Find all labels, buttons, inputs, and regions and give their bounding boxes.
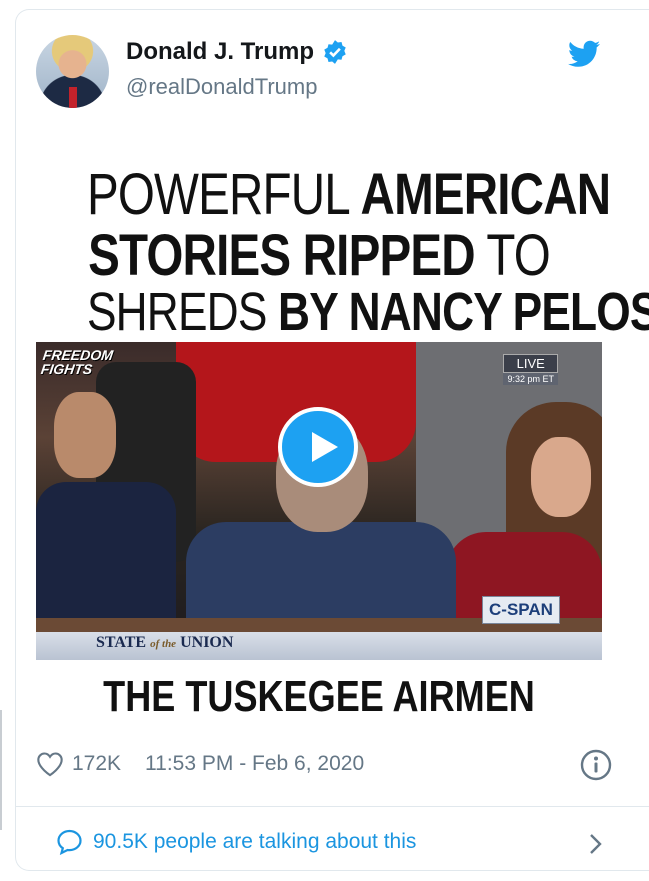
headline-text: SHREDS [86,282,279,342]
headline-text: AMERICAN [360,162,612,227]
headline-text: STORIES RIPPED [88,223,476,288]
logo-text: FREEDOM [41,347,115,363]
headline-text: TO [474,223,550,288]
video-frame[interactable]: STATE of the UNION FREEDOM FIGHTS LIVE 9:… [36,342,602,660]
banner-text: of the [150,638,177,650]
state-of-union-text: STATE of the UNION [96,634,233,652]
banner-text: UNION [176,634,234,651]
headline-line-2: STORIES RIPPED TO [87,225,551,287]
headline-line-3: SHREDS BY NANCY PELOSI [86,282,649,342]
freedom-fights-logo: FREEDOM FIGHTS [39,347,115,377]
speech-bubble-icon [57,829,82,855]
tweet-media[interactable]: POWERFUL AMERICAN STORIES RIPPED TO SHRE… [36,150,649,724]
chevron-right-icon[interactable] [588,832,604,856]
info-icon[interactable] [580,749,612,781]
live-time: 9:32 pm ET [503,373,558,385]
headline-text: BY NANCY PELOSI [278,282,649,342]
divider [16,806,649,807]
video-figure [54,392,116,478]
talking-about-text: 90.5K people are talking about this [93,830,417,853]
avatar-tie [69,87,77,108]
live-label: LIVE [503,354,558,373]
headline-text: POWERFUL [86,162,361,227]
left-edge-divider [0,710,2,830]
video-figure [531,437,591,517]
play-icon[interactable] [278,407,358,487]
author-name[interactable]: Donald J. Trump [126,38,314,66]
banner-text: STATE [96,634,151,651]
talking-about-link[interactable]: 90.5K people are talking about this [56,829,416,855]
verified-icon [324,40,346,64]
headline-line-1: POWERFUL AMERICAN [86,162,611,227]
like-count[interactable]: 172K [72,752,121,776]
tweet-meta: 172K 11:53 PM - Feb 6, 2020 [36,751,364,777]
twitter-bird-icon[interactable] [568,40,600,68]
cspan-badge: C-SPAN [482,596,560,624]
logo-text: FIGHTS [39,361,94,377]
video-figure [36,482,176,622]
heart-icon[interactable] [36,751,64,777]
video-caption: THE TUSKEGEE AIRMEN [103,672,535,721]
live-badge: LIVE 9:32 pm ET [503,354,558,385]
author-handle[interactable]: @realDonaldTrump [126,74,317,100]
avatar[interactable] [36,35,109,108]
timestamp[interactable]: 11:53 PM - Feb 6, 2020 [145,752,364,776]
author-row: Donald J. Trump [126,38,348,66]
